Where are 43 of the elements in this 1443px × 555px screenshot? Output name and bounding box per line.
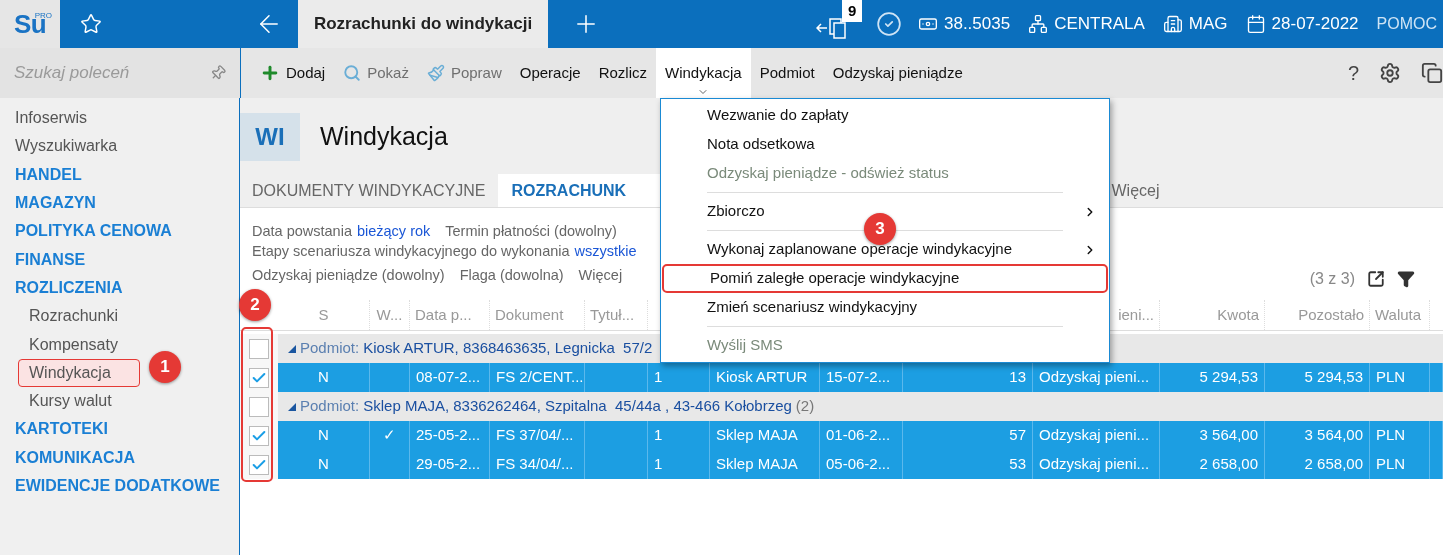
- table-cell-text: Odzyskaj pieni...: [1039, 454, 1150, 475]
- module-badge: WI: [240, 112, 300, 161]
- module-title: Windykacja: [320, 120, 448, 152]
- table-cell-text: 3 564,00: [1304, 425, 1363, 446]
- table-cell-text: 25-05-2...: [416, 425, 481, 446]
- notification-count: 9: [841, 0, 863, 22]
- group-count: (2): [795, 396, 815, 417]
- table-cell-text: 5 294,53: [1304, 367, 1363, 388]
- table-cell-text: N: [318, 367, 329, 388]
- table-cell-text: N: [318, 454, 329, 475]
- table-cell-text: N: [318, 425, 329, 446]
- table-cell-text: PLN: [1376, 425, 1406, 446]
- table-cell-text: 15-07-2...: [826, 367, 891, 388]
- table-cell-text: Odzyskaj pieni...: [1039, 425, 1150, 446]
- table-cell-text: 29-05-2...: [416, 454, 481, 475]
- table-cell-text: 1: [654, 367, 663, 388]
- table-cell-text: 5 294,53: [1199, 367, 1258, 388]
- table-cell-text: Sklep MAJA: [716, 454, 798, 475]
- table-cell-text: 57: [1009, 425, 1026, 446]
- table-cell-text: Kiosk ARTUR: [716, 367, 808, 388]
- group-title: Kiosk ARTUR, 8368463635, Legnicka 57/2: [363, 338, 653, 359]
- table-cell-text: FS 34/04/...: [496, 454, 574, 475]
- table-cell-text: 05-06-2...: [826, 454, 891, 475]
- group-label: Podmiot:: [300, 396, 360, 417]
- table-cell-text: PLN: [1376, 454, 1406, 475]
- table-cell-text: 2 658,00: [1199, 454, 1258, 475]
- group-title: Sklep MAJA, 8336262464, Szpitalna 45/44a , 43-466 Kołobrzeg: [363, 396, 792, 417]
- table-cell-text: PLN: [1376, 367, 1406, 388]
- group-label: Podmiot:: [300, 338, 360, 359]
- table-cell-text: Sklep MAJA: [716, 425, 798, 446]
- table-cell-text: ✓: [383, 425, 396, 446]
- table-cell-text: 2 658,00: [1304, 454, 1363, 475]
- table-cell-text: 1: [654, 454, 663, 475]
- table-cell-text: Odzyskaj pieni...: [1039, 367, 1150, 388]
- table-cell-text: FS 2/CENT...: [496, 367, 584, 388]
- table-cell-text: 3 564,00: [1199, 425, 1258, 446]
- table-cell-text: 1: [654, 425, 663, 446]
- table-cell-text: FS 37/04/...: [496, 425, 574, 446]
- record-count: (3 z 3): [1309, 269, 1355, 289]
- table-cell-text: 53: [1009, 454, 1026, 475]
- table-cell-text: 08-07-2...: [416, 367, 481, 388]
- table-cell-text: 01-06-2...: [826, 425, 891, 446]
- table-cell-text: 13: [1009, 367, 1026, 388]
